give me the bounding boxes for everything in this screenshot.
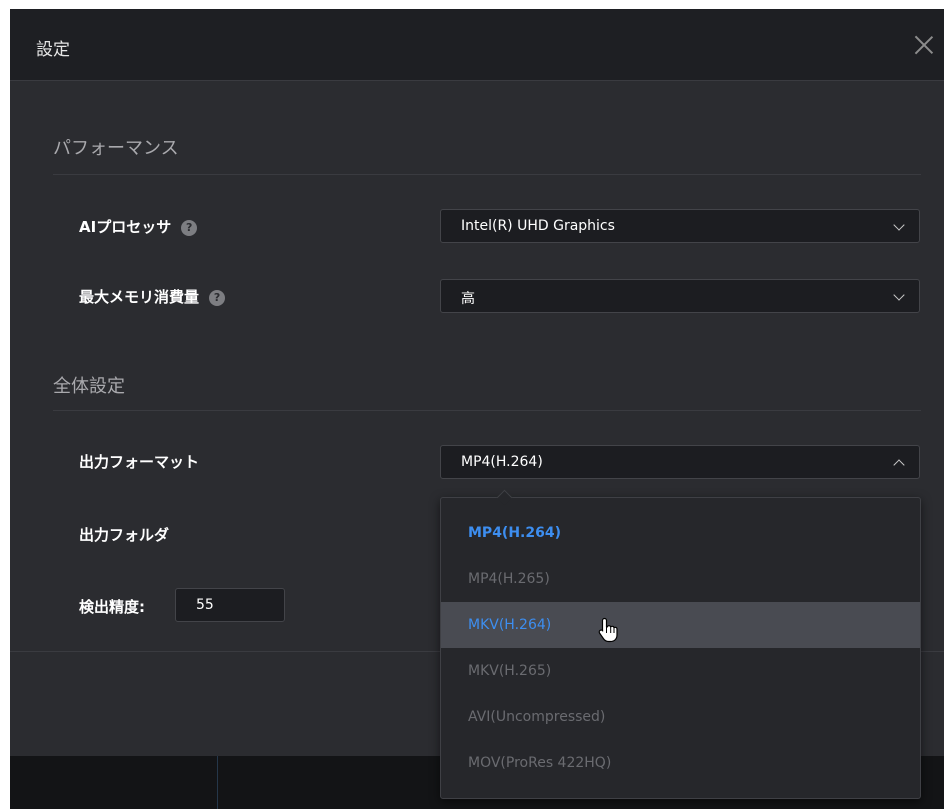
section-divider <box>53 410 921 411</box>
dropdown-option-mkv-h264-label: MKV(H.264) <box>468 617 552 633</box>
section-title-general: 全体設定 <box>53 376 125 397</box>
hand-pointer-icon <box>598 617 618 643</box>
max-memory-value: 高 <box>461 291 475 307</box>
dropdown-option-avi-uncompressed[interactable]: AVI(Uncompressed) <box>441 694 920 740</box>
ai-processor-value: Intel(R) UHD Graphics <box>461 218 615 234</box>
chevron-up-icon <box>893 459 905 471</box>
dropdown-option-mov-prores[interactable]: MOV(ProRes 422HQ) <box>441 740 920 786</box>
dropdown-option-mkv-h264[interactable]: MKV(H.264) <box>441 602 920 648</box>
dropdown-option-mp4-h265[interactable]: MP4(H.265) <box>441 556 920 602</box>
ai-processor-row-label: AIプロセッサ? <box>79 216 198 237</box>
max-memory-label: 最大メモリ消費量 <box>79 288 200 306</box>
output-format-value: MP4(H.264) <box>461 454 543 470</box>
section-divider <box>53 174 921 175</box>
close-icon[interactable] <box>912 33 936 57</box>
output-folder-label: 出力フォルダ <box>79 526 170 544</box>
dialog-title: 設定 <box>36 40 70 60</box>
detection-accuracy-label: 検出精度: <box>79 598 145 616</box>
max-memory-select[interactable]: 高 <box>440 279 920 313</box>
help-icon[interactable]: ? <box>209 289 226 306</box>
dropdown-option-mp4-h264[interactable]: MP4(H.264) <box>441 510 920 556</box>
output-format-dropdown: MP4(H.264) MP4(H.265) MKV(H.264) MKV(H.2… <box>440 497 921 799</box>
output-format-label: 出力フォーマット <box>79 453 200 471</box>
detection-accuracy-input[interactable] <box>175 588 285 622</box>
title-bar: 設定 <box>10 9 944 81</box>
ai-processor-select[interactable]: Intel(R) UHD Graphics <box>440 209 920 243</box>
settings-dialog: 設定 パフォーマンス AIプロセッサ? Intel(R) UHD Graphic… <box>10 9 944 809</box>
help-icon[interactable]: ? <box>181 219 198 236</box>
chevron-down-icon <box>893 289 905 301</box>
chevron-down-icon <box>893 219 905 231</box>
max-memory-row-label: 最大メモリ消費量? <box>79 286 226 307</box>
background-separator <box>217 756 218 809</box>
dropdown-option-mkv-h265[interactable]: MKV(H.265) <box>441 648 920 694</box>
ai-processor-label: AIプロセッサ <box>79 218 172 236</box>
output-format-select[interactable]: MP4(H.264) <box>440 445 920 479</box>
section-title-performance: パフォーマンス <box>53 138 179 159</box>
